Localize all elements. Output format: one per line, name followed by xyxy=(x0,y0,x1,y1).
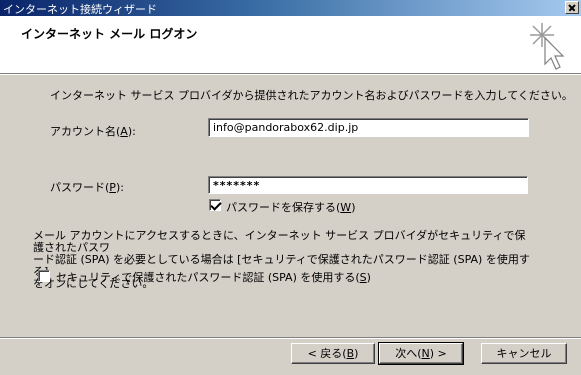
save-password-label[interactable]: パスワードを保存する(W) xyxy=(226,199,355,215)
close-icon[interactable] xyxy=(565,1,579,14)
wizard-sparkle-cursor-icon xyxy=(530,23,565,70)
account-name-input[interactable]: info@pandorabox62.dip.jp xyxy=(208,118,529,137)
title-bar[interactable]: インターネット接続ウィザード xyxy=(0,0,581,16)
back-button[interactable]: < 戻る(B) xyxy=(291,343,375,364)
next-button[interactable]: 次へ(N) > xyxy=(378,342,464,365)
save-password-checkbox[interactable] xyxy=(209,199,222,211)
cancel-button[interactable]: キャンセル xyxy=(481,343,567,364)
password-label: パスワード(P): xyxy=(50,181,124,194)
spa-checkbox-label[interactable]: セキュリティで保護されたパスワード認証 (SPA) を使用する(S) xyxy=(56,269,371,285)
password-input[interactable]: ******* xyxy=(208,176,528,194)
checkmark-icon xyxy=(210,199,222,211)
instruction-text: インターネット サービス プロバイダから提供されたアカウント名およびパスワードを… xyxy=(50,89,573,102)
footer-divider-highlight xyxy=(0,338,581,339)
header-divider-highlight xyxy=(0,74,581,75)
page-title: インターネット メール ログオン xyxy=(21,27,198,41)
window-title: インターネット接続ウィザード xyxy=(3,3,157,16)
spa-description-line: メール アカウントにアクセスするときに、インターネット サービス プロバイダがセ… xyxy=(33,229,526,254)
account-name-label: アカウント名(A): xyxy=(50,125,136,138)
spa-checkbox[interactable] xyxy=(38,270,50,282)
